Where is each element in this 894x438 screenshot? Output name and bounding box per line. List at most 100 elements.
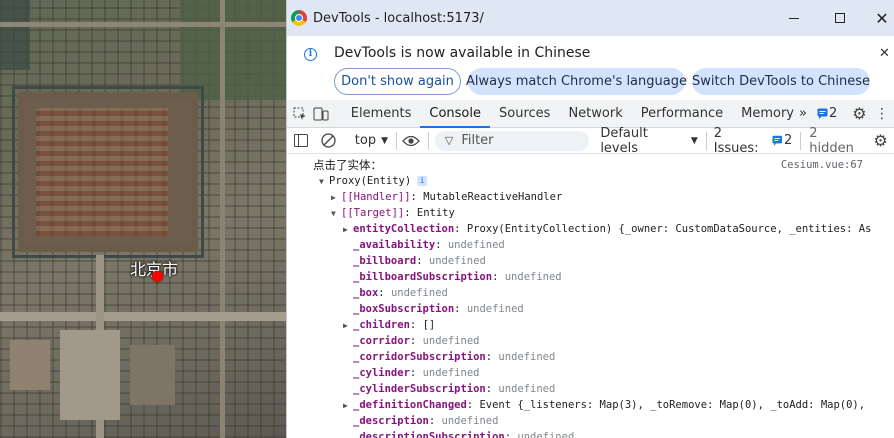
expand-triangle-closed-icon[interactable]: ▶ xyxy=(343,222,353,238)
property-value: undefined xyxy=(498,383,556,395)
city-marker-point[interactable] xyxy=(152,271,163,282)
console-output[interactable]: 点击了实体： Cesium.vue:67 ▼ Proxy(Entity) i ▶ [[H… xyxy=(287,155,894,438)
property-value: Proxy(EntityCollection) {_owner: CustomD… xyxy=(466,223,872,235)
expand-triangle-closed-icon[interactable]: ▶ xyxy=(343,318,353,334)
infobar-close-button[interactable]: ✕ xyxy=(879,46,890,61)
console-message-text: 点击了实体： xyxy=(313,158,382,172)
issues-counter[interactable]: 2 xyxy=(817,106,837,121)
property-value: MutableReactiveHandler xyxy=(423,191,563,203)
property-separator: : xyxy=(435,239,448,251)
property-separator: : xyxy=(504,431,518,438)
divider xyxy=(800,131,802,150)
property-separator: : xyxy=(404,207,417,219)
divider xyxy=(427,131,429,150)
console-tree-row: _descriptionSubscription: undefined xyxy=(287,429,894,438)
console-tree-row: _corridor: undefined xyxy=(287,333,894,349)
close-window-button[interactable]: ✕ xyxy=(859,0,894,36)
property-key: _billboardSubscription xyxy=(353,271,493,283)
property-value: undefined xyxy=(422,367,480,379)
context-label: top xyxy=(354,133,377,148)
console-tree-row[interactable]: ▶ _children: [] xyxy=(287,317,894,333)
property-value: undefined xyxy=(428,255,486,267)
map-park xyxy=(180,0,286,100)
console-tree-row[interactable]: ▼ [[Target]]: Entity xyxy=(287,205,894,221)
tab-performance[interactable]: Performance xyxy=(632,100,732,128)
expand-triangle-closed-icon[interactable]: ▶ xyxy=(343,398,353,414)
switch-to-chinese-button[interactable]: Switch DevTools to Chinese xyxy=(692,68,870,95)
satellite-map[interactable]: 北京市 xyxy=(0,0,286,438)
maximize-button[interactable] xyxy=(817,0,863,36)
tab-network[interactable]: Network xyxy=(559,100,631,128)
console-tree-row: _billboardSubscription: undefined xyxy=(287,269,894,285)
map-building xyxy=(10,340,50,390)
issues-count: 2 xyxy=(783,133,793,148)
map-road xyxy=(0,22,286,27)
property-value: undefined xyxy=(498,351,556,363)
divider xyxy=(705,131,707,150)
issues-link[interactable]: 2 Issues: 2 xyxy=(714,126,792,156)
issues-label: 2 Issues: xyxy=(713,125,759,156)
devtools-window: DevTools - localhost:5173/ ✕ i DevTools … xyxy=(286,0,894,438)
device-toolbar-icon[interactable] xyxy=(307,100,333,128)
property-key: _billboard xyxy=(353,255,417,267)
context-selector[interactable]: top ▼ xyxy=(355,133,388,148)
more-tabs-button[interactable]: » xyxy=(795,100,811,128)
property-key: _definitionChanged xyxy=(353,399,467,411)
property-value: undefined xyxy=(390,287,448,299)
console-tree-row: _cylinderSubscription: undefined xyxy=(287,381,894,397)
more-options-icon[interactable]: ⋮ xyxy=(869,100,894,128)
expand-triangle-open-icon[interactable]: ▼ xyxy=(319,174,329,190)
expand-triangle-open-icon[interactable]: ▼ xyxy=(331,206,341,222)
property-separator: : xyxy=(416,255,429,267)
chrome-logo-icon xyxy=(291,10,307,26)
property-key: [[Handler]] xyxy=(341,191,411,203)
tab-console[interactable]: Console xyxy=(420,100,490,128)
dont-show-again-button[interactable]: Don't show again xyxy=(334,68,461,95)
property-separator: : xyxy=(409,335,423,347)
property-separator: : xyxy=(409,319,423,331)
map-building xyxy=(130,345,175,405)
live-expression-eye-icon[interactable] xyxy=(397,127,426,155)
issue-message-icon xyxy=(817,108,828,119)
log-levels-dropdown[interactable]: Default levels ▼ xyxy=(600,126,698,156)
property-value: undefined xyxy=(447,239,505,251)
console-tree-row[interactable]: ▼ Proxy(Entity) i xyxy=(287,173,894,189)
map-road xyxy=(0,312,286,321)
issue-message-icon xyxy=(772,135,783,146)
object-info-badge[interactable]: i xyxy=(417,176,428,186)
console-tree-row: _cylinder: undefined xyxy=(287,365,894,381)
info-icon: i xyxy=(304,48,317,61)
maximize-icon xyxy=(835,13,845,23)
language-infobar: i DevTools is now available in Chinese ✕… xyxy=(287,36,894,100)
filter-input[interactable]: ▽ Filter xyxy=(434,130,590,151)
log-levels-label: Default levels xyxy=(600,125,648,156)
console-settings-gear-icon[interactable]: ⚙ xyxy=(866,127,894,155)
property-key: _availability xyxy=(353,239,436,251)
map-lake xyxy=(0,0,30,70)
property-value: undefined xyxy=(504,271,562,283)
log-source-link[interactable]: Cesium.vue:67 xyxy=(781,157,863,173)
sidebar-toggle-icon[interactable] xyxy=(287,127,316,155)
property-value: undefined xyxy=(517,431,575,438)
console-tree-row[interactable]: ▶ [[Handler]]: MutableReactiveHandler xyxy=(287,189,894,205)
property-separator: : xyxy=(409,367,423,379)
property-separator: : xyxy=(466,399,480,411)
tab-elements[interactable]: Elements xyxy=(342,100,421,128)
chevron-down-icon: ▼ xyxy=(690,135,698,146)
console-tree-row[interactable]: ▶ entityCollection: Proxy(EntityCollectio… xyxy=(287,221,894,237)
tab-sources[interactable]: Sources xyxy=(490,100,559,128)
clear-console-icon[interactable] xyxy=(314,127,343,155)
property-key: [[Target]] xyxy=(341,207,405,219)
expand-triangle-closed-icon[interactable]: ▶ xyxy=(331,190,341,206)
console-tree-row[interactable]: ▶ _definitionChanged: Event {_listeners: … xyxy=(287,397,894,413)
chevron-down-icon: ▼ xyxy=(381,135,389,146)
filter-placeholder: Filter xyxy=(461,133,494,148)
minimize-icon xyxy=(789,17,799,19)
map-road xyxy=(220,0,225,438)
property-key: _cylinder xyxy=(353,367,410,379)
minimize-button[interactable] xyxy=(771,0,817,36)
console-toolbar: top ▼ ▽ Filter Default levels ▼ 2 Issues… xyxy=(287,126,894,156)
window-titlebar[interactable]: DevTools - localhost:5173/ ✕ xyxy=(287,0,894,36)
match-language-button[interactable]: Always match Chrome's language xyxy=(466,68,687,95)
tab-memory[interactable]: Memory xyxy=(732,100,803,128)
